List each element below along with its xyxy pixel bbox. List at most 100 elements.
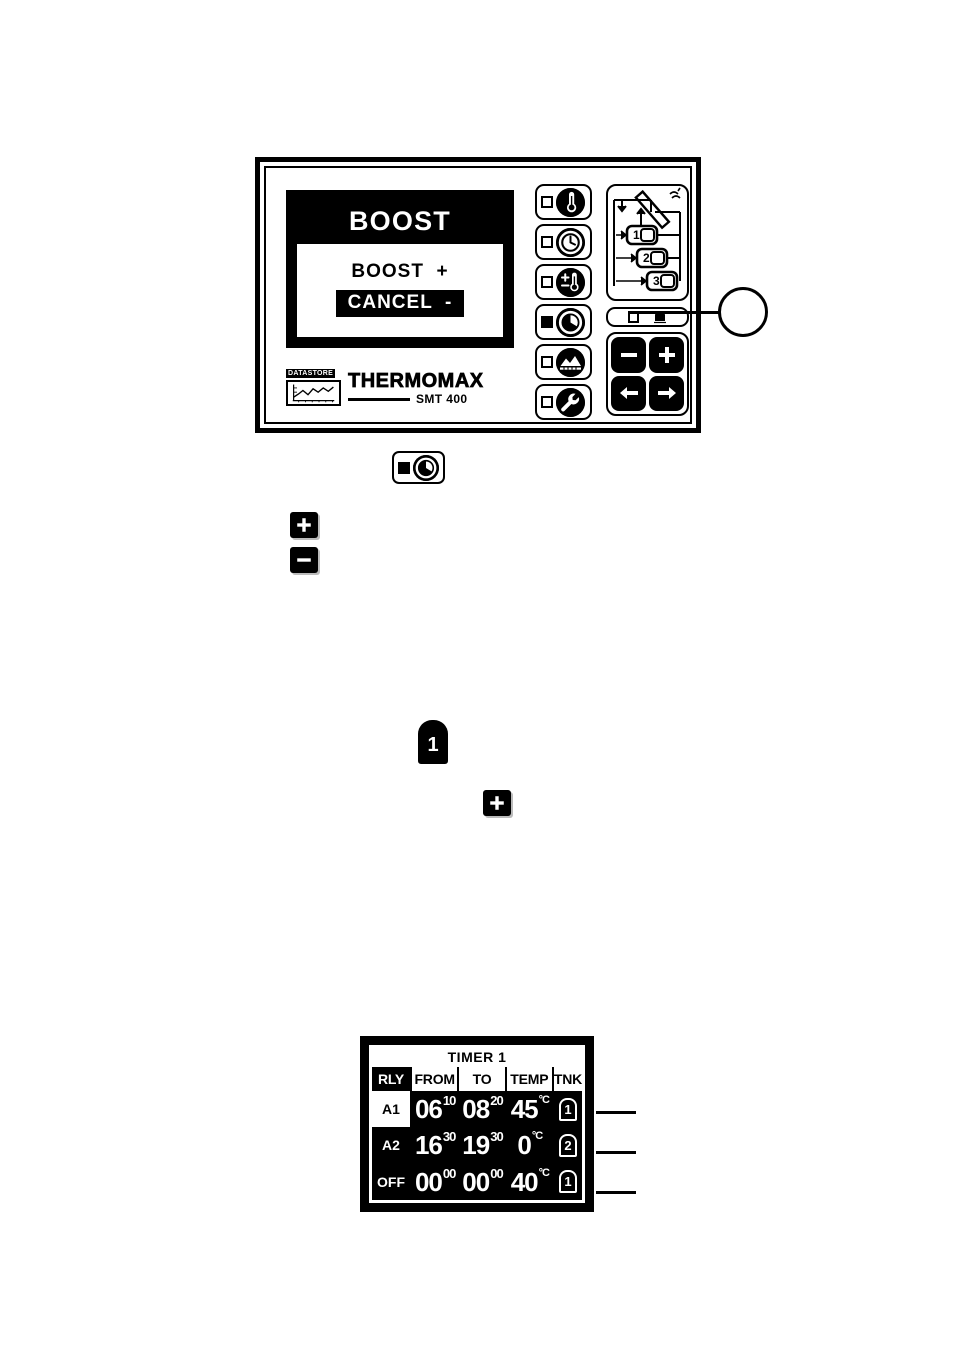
datastore-logo: DATASTORE xyxy=(286,362,341,406)
tank-1: 1 xyxy=(616,224,680,246)
to-hour: 19 xyxy=(462,1130,490,1161)
from-hour: 00 xyxy=(414,1166,443,1197)
temp-unit: °C xyxy=(538,1166,550,1179)
led-indicator-differential xyxy=(541,276,553,288)
brand-name: THERMOMAX xyxy=(348,370,484,392)
cell-to[interactable]: 19 30 xyxy=(459,1127,505,1164)
led-indicator-temperature xyxy=(541,196,553,208)
column-header-rly: RLY xyxy=(372,1067,410,1091)
minus-icon xyxy=(620,352,637,357)
sun-icon xyxy=(669,187,681,199)
to-hour: 08 xyxy=(462,1094,490,1125)
tank-badge: 1 xyxy=(558,1170,577,1194)
column-header-from: FROM xyxy=(412,1067,458,1091)
collector-icon xyxy=(556,347,585,377)
cell-temp[interactable]: 45 °C xyxy=(506,1091,552,1128)
inline-minus-key[interactable] xyxy=(290,547,318,573)
device-front-panel: BOOST BOOST + CANCEL - DATASTORE THERMOM… xyxy=(255,157,701,433)
column-header-temp: TEMP xyxy=(506,1067,552,1091)
function-button-clock[interactable] xyxy=(535,224,592,260)
indicator-strip[interactable] xyxy=(606,307,689,327)
timer-row-leader-2 xyxy=(596,1151,636,1154)
brand-model: SMT 400 xyxy=(416,392,468,406)
function-button-temperature[interactable] xyxy=(535,184,592,220)
cell-from[interactable]: 06 10 xyxy=(412,1091,458,1128)
from-minute: 00 xyxy=(442,1165,457,1181)
cell-rly: A1 xyxy=(372,1091,410,1128)
plus-icon xyxy=(490,796,504,810)
table-row[interactable]: A1 06 10 08 20 45 °C 1 xyxy=(372,1091,582,1128)
from-hour: 16 xyxy=(414,1130,443,1161)
svg-text:3: 3 xyxy=(653,274,660,288)
temp-value: 45 xyxy=(510,1094,539,1125)
clock-icon xyxy=(556,227,585,257)
callout-leader-line xyxy=(630,311,722,314)
cell-tnk[interactable]: 1 xyxy=(553,1163,582,1200)
function-button-service[interactable] xyxy=(535,384,592,420)
navigation-keypad xyxy=(606,332,689,416)
to-minute: 20 xyxy=(490,1093,504,1109)
svg-text:2: 2 xyxy=(643,251,650,265)
timer-row-leader-1 xyxy=(596,1111,636,1114)
minus-icon xyxy=(297,558,311,562)
left-arrow-key[interactable] xyxy=(611,375,646,411)
cell-from[interactable]: 16 30 xyxy=(412,1127,458,1164)
led-indicator-boost-timer-inline xyxy=(398,461,410,474)
left-arrow-icon xyxy=(619,387,638,400)
function-button-boost-timer[interactable] xyxy=(535,304,592,340)
brand-text: THERMOMAX SMT 400 xyxy=(348,371,484,406)
to-minute: 30 xyxy=(490,1129,504,1145)
column-header-to: TO xyxy=(459,1067,505,1091)
cell-tnk[interactable]: 1 xyxy=(553,1091,582,1128)
table-row[interactable]: A2 16 30 19 30 0 °C 2 xyxy=(372,1127,582,1164)
boost-timer-icon xyxy=(556,307,585,337)
function-button-collector[interactable] xyxy=(535,344,592,380)
led-indicator-service xyxy=(541,396,553,408)
lcd-bezel: BOOST BOOST + CANCEL - xyxy=(286,190,514,348)
brand-rule xyxy=(348,397,410,401)
cell-to[interactable]: 08 20 xyxy=(459,1091,505,1128)
brand-model-row: SMT 400 xyxy=(348,393,484,405)
cell-from[interactable]: 00 00 xyxy=(412,1163,458,1200)
function-button-differential[interactable] xyxy=(535,264,592,300)
lcd-menu-item-cancel[interactable]: CANCEL - xyxy=(335,289,465,317)
thermometer-icon xyxy=(556,187,585,217)
cell-rly: A2 xyxy=(372,1127,410,1164)
to-hour: 00 xyxy=(462,1166,490,1197)
from-minute: 30 xyxy=(442,1129,457,1145)
lcd-screen: BOOST BOOST + CANCEL - xyxy=(295,199,505,339)
timer-row-leader-3 xyxy=(596,1191,636,1194)
timer-screen: TIMER 1 RLY FROM TO TEMP TNK A1 06 10 08 2 xyxy=(360,1036,594,1212)
right-arrow-key[interactable] xyxy=(649,375,684,411)
cell-temp[interactable]: 40 °C xyxy=(506,1163,552,1200)
table-row[interactable]: OFF 00 00 00 00 40 °C 1 xyxy=(372,1163,582,1200)
wrench-icon xyxy=(556,387,585,417)
datastore-graph-icon xyxy=(286,380,341,406)
timer-screen-inner: TIMER 1 RLY FROM TO TEMP TNK A1 06 10 08 2 xyxy=(369,1045,585,1203)
svg-text:1: 1 xyxy=(633,228,640,242)
plus-key[interactable] xyxy=(649,337,684,373)
inline-plus-key-2[interactable] xyxy=(483,790,511,816)
differential-icon xyxy=(556,267,585,297)
timer-table-header-row: RLY FROM TO TEMP TNK xyxy=(372,1067,582,1091)
temp-unit: °C xyxy=(531,1130,543,1143)
callout-circle xyxy=(718,287,768,337)
cell-to[interactable]: 00 00 xyxy=(459,1163,505,1200)
minus-key[interactable] xyxy=(611,337,646,373)
inline-plus-key[interactable] xyxy=(290,512,318,538)
plus-icon xyxy=(297,518,311,532)
led-indicator-boost-timer xyxy=(541,316,553,328)
tank-2: 2 xyxy=(616,247,680,269)
cell-temp[interactable]: 0 °C xyxy=(506,1127,552,1164)
temp-unit: °C xyxy=(538,1094,550,1107)
lcd-menu: BOOST + CANCEL - xyxy=(297,244,503,337)
solar-system-schematic: 1 2 3 xyxy=(606,184,689,301)
inline-boost-timer-button[interactable] xyxy=(392,451,445,484)
plus-icon xyxy=(658,346,675,363)
temp-value: 40 xyxy=(510,1166,539,1197)
cell-tnk[interactable]: 2 xyxy=(553,1127,582,1164)
lcd-menu-item-boost[interactable]: BOOST + xyxy=(351,261,448,283)
tank-number-tag: 1 xyxy=(418,720,448,764)
from-hour: 06 xyxy=(414,1094,443,1125)
datastore-label: DATASTORE xyxy=(286,369,336,378)
